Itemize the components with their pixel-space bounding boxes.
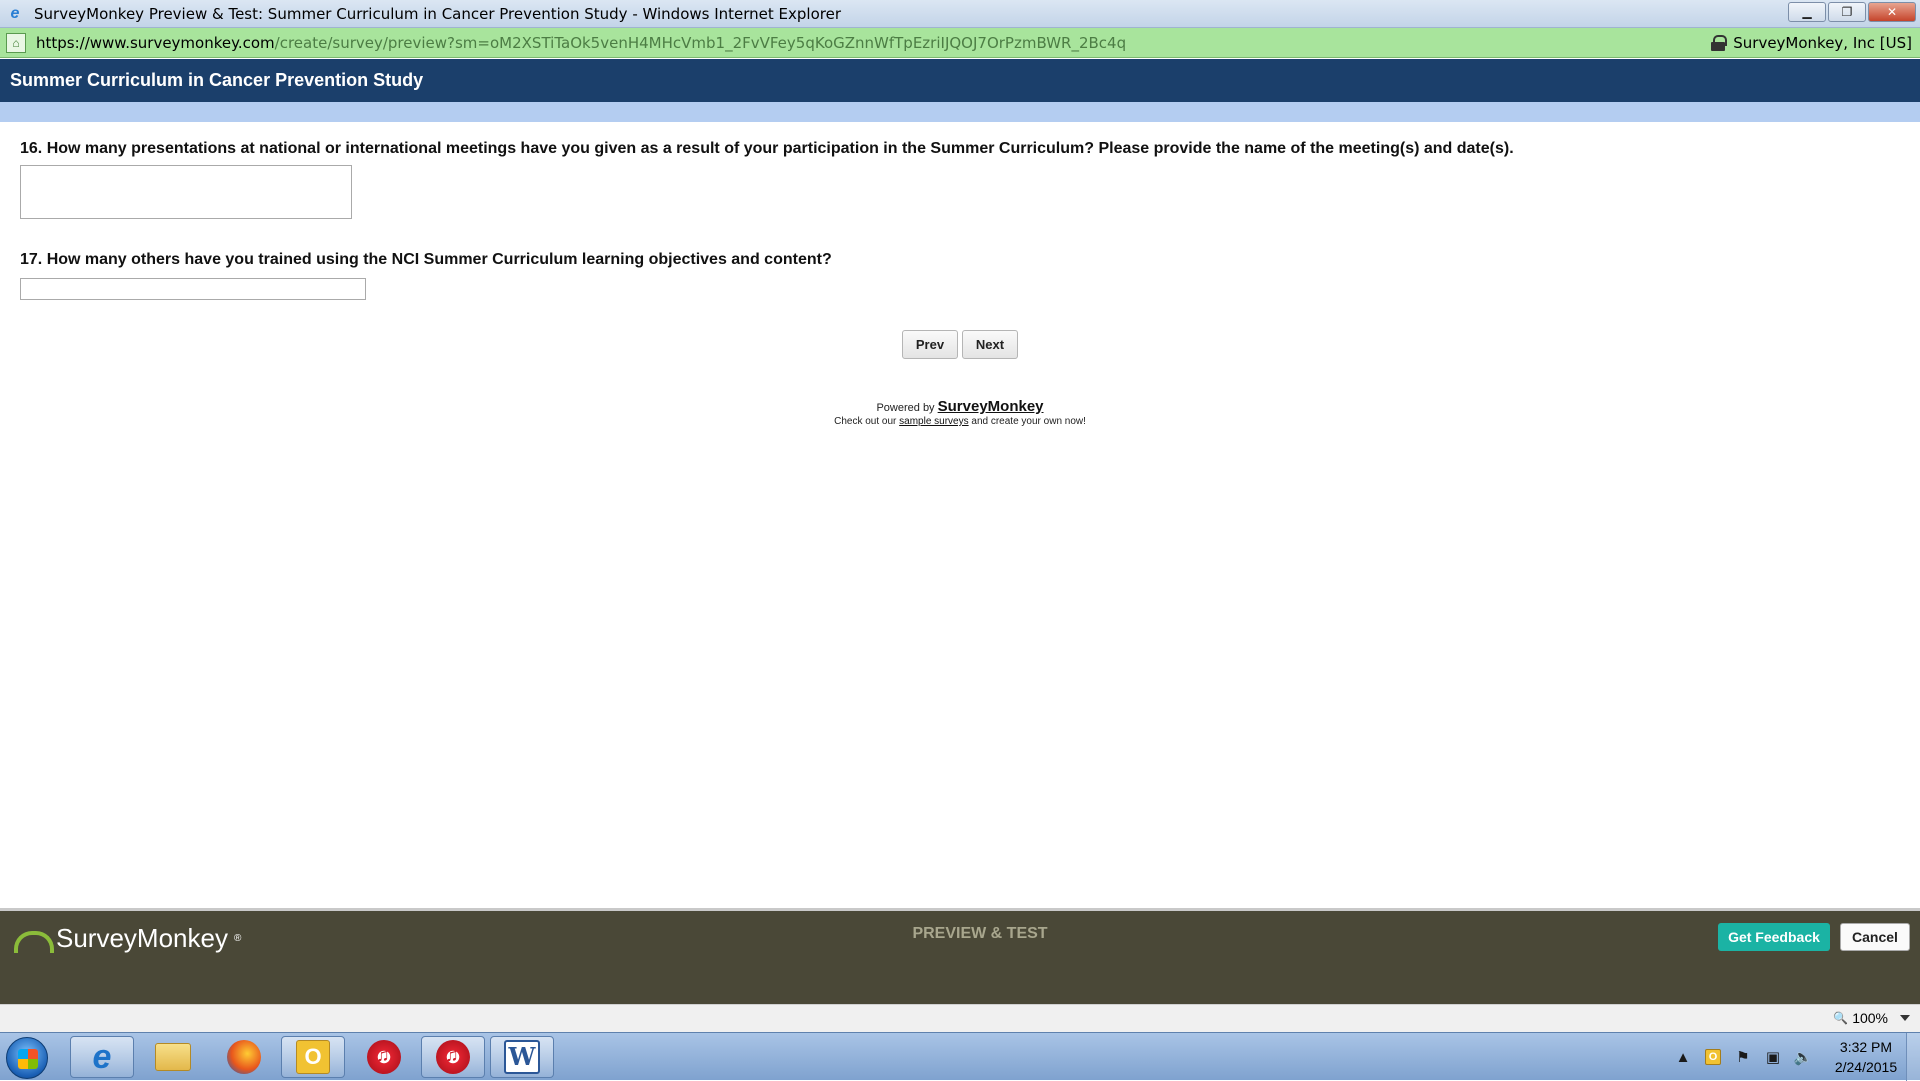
survey-header-strip	[0, 102, 1920, 122]
internet-explorer-icon: e	[92, 1038, 112, 1076]
minimize-button[interactable]: ▁	[1788, 2, 1826, 22]
show-desktop-button[interactable]	[1906, 1033, 1920, 1081]
zoom-control[interactable]: 🔍 100%	[1833, 1010, 1888, 1026]
folder-icon	[155, 1043, 191, 1071]
window-title-bar: e SurveyMonkey Preview & Test: Summer Cu…	[0, 0, 1920, 28]
outlook-icon: O	[296, 1040, 330, 1074]
taskbar-internet-explorer[interactable]: e	[70, 1036, 134, 1078]
close-button[interactable]: ✕	[1868, 2, 1916, 22]
preview-mode-label: PREVIEW & TEST	[912, 925, 1048, 942]
clock[interactable]: 3:32 PM 2/24/2015	[1826, 1037, 1906, 1077]
get-feedback-button[interactable]: Get Feedback	[1718, 923, 1830, 951]
start-button[interactable]	[6, 1037, 48, 1079]
prev-button[interactable]: Prev	[902, 330, 958, 359]
next-button[interactable]: Next	[962, 330, 1018, 359]
lock-icon	[1711, 34, 1728, 51]
system-tray: ▲ O ⚑ ▣ 🔈 3:32 PM 2/24/2015	[1668, 1033, 1920, 1081]
firefox-icon	[227, 1040, 261, 1074]
question-16-answer[interactable]	[20, 165, 352, 219]
preview-bar: SurveyMonkey ® PREVIEW & TEST Get Feedbac…	[0, 908, 1920, 1004]
zoom-level: 100%	[1852, 1010, 1888, 1026]
ie-icon: e	[10, 4, 20, 22]
powered-by-text: Powered by	[876, 402, 935, 414]
taskbar-file-explorer[interactable]	[141, 1036, 205, 1078]
volume-icon[interactable]: 🔈	[1790, 1047, 1816, 1067]
surveymonkey-link[interactable]: SurveyMonkey	[938, 398, 1044, 415]
taskbar-firefox[interactable]	[212, 1036, 276, 1078]
taskbar-outlook[interactable]: O	[281, 1036, 345, 1078]
powered-by: Powered by SurveyMonkey	[0, 398, 1920, 415]
taskbar-itunes-window[interactable]	[421, 1036, 485, 1078]
network-icon[interactable]: ▣	[1760, 1047, 1786, 1067]
status-bar: 🔍 100%	[0, 1004, 1920, 1032]
show-hidden-icons-icon[interactable]: ▲	[1670, 1047, 1696, 1067]
url-field[interactable]: https://www.surveymonkey.com/create/surv…	[36, 34, 1126, 52]
clock-time: 3:32 PM	[1839, 1039, 1893, 1055]
address-bar: ⌂ https://www.surveymonkey.com/create/su…	[0, 28, 1920, 58]
security-report[interactable]: SurveyMonkey, Inc [US]	[1711, 34, 1912, 52]
checkout-prefix: Check out our	[834, 416, 897, 427]
survey-title: Summer Curriculum in Cancer Prevention S…	[0, 59, 1920, 102]
taskbar-word[interactable]: W	[490, 1036, 554, 1078]
taskbar-itunes[interactable]	[352, 1036, 416, 1078]
checkout-suffix: and create your own now!	[971, 416, 1086, 427]
url-host: https://www.surveymonkey.com	[36, 33, 275, 52]
checkout-line: Check out our sample surveys and create …	[0, 416, 1920, 427]
cert-label: SurveyMonkey, Inc [US]	[1733, 33, 1912, 52]
zoom-icon: 🔍	[1833, 1011, 1849, 1025]
itunes-icon	[436, 1040, 470, 1074]
taskbar: e O W ▲ O ⚑ ▣ 🔈 3:32 PM 2/24/2015	[0, 1032, 1920, 1081]
cancel-button[interactable]: Cancel	[1840, 923, 1910, 951]
zoom-dropdown-icon[interactable]	[1900, 1015, 1910, 1021]
url-path: /create/survey/preview?sm=oM2XSTiTaOk5ve…	[274, 33, 1127, 52]
question-17-answer[interactable]	[20, 278, 366, 300]
sample-surveys-link[interactable]: sample surveys	[899, 416, 968, 427]
word-icon: W	[504, 1040, 540, 1074]
action-center-flag-icon[interactable]: ⚑	[1730, 1047, 1756, 1067]
question-17-label: 17. How many others have you trained usi…	[20, 251, 832, 268]
outlook-tray-icon: O	[1705, 1049, 1721, 1065]
tray-outlook-item[interactable]: O	[1700, 1047, 1726, 1067]
clock-date: 2/24/2015	[1834, 1059, 1898, 1075]
itunes-icon	[367, 1040, 401, 1074]
page-icon: ⌂	[6, 32, 26, 53]
restore-button[interactable]: ❐	[1828, 2, 1866, 22]
window-controls: ▁ ❐ ✕	[1788, 2, 1916, 22]
window-title: SurveyMonkey Preview & Test: Summer Curr…	[34, 4, 842, 23]
question-16-label: 16. How many presentations at national o…	[20, 140, 1514, 157]
